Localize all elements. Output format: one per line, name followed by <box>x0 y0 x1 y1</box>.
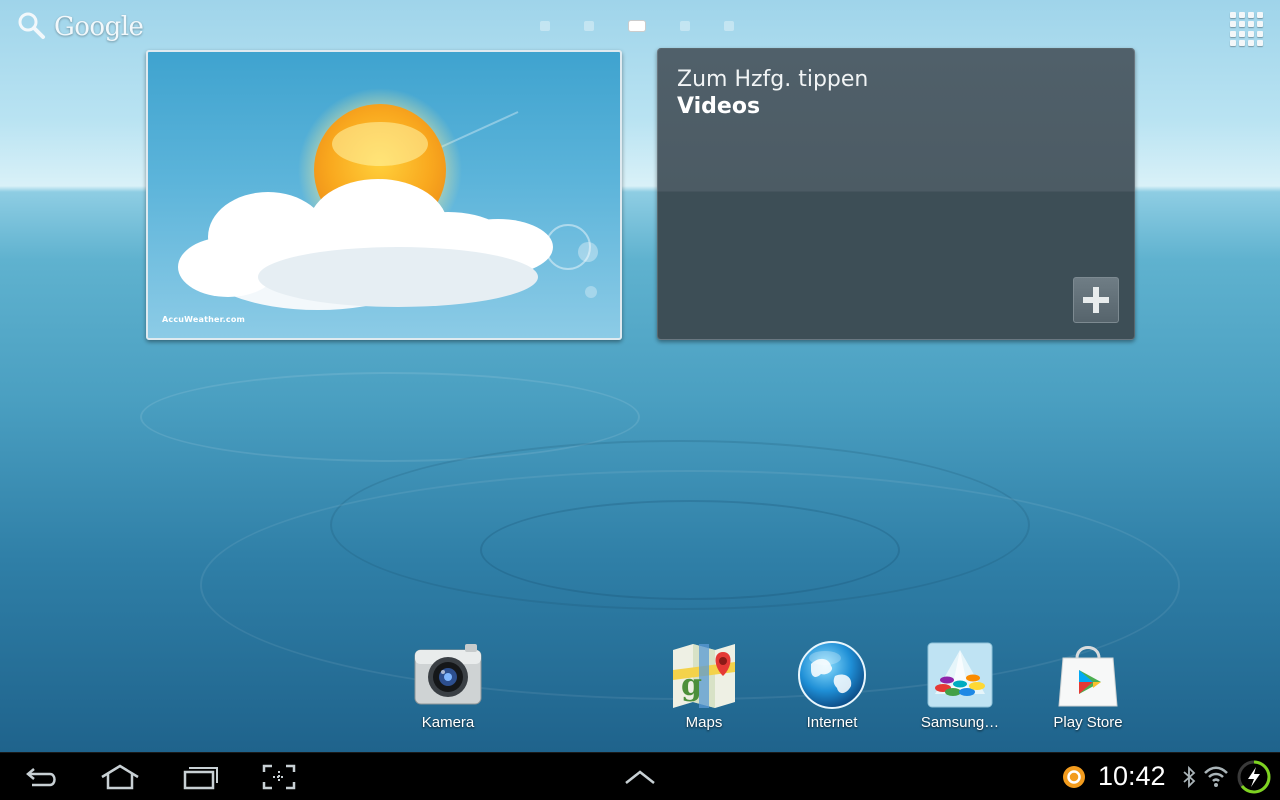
home-icon <box>101 764 139 790</box>
recent-apps-icon <box>183 767 218 790</box>
video-widget[interactable]: Zum Hzfg. tippen Videos <box>657 48 1135 340</box>
dock-app-label: Maps <box>685 714 723 731</box>
accuweather-brand: AccuWeather.com <box>162 315 246 324</box>
apps-grid-icon[interactable] <box>1230 12 1264 46</box>
screenshot-button[interactable] <box>260 761 298 793</box>
sync-notification-icon <box>1063 766 1085 788</box>
add-video-button[interactable] <box>1073 277 1119 323</box>
google-search-bar[interactable]: Google <box>16 10 144 44</box>
plus-icon <box>1083 287 1109 313</box>
search-icon <box>16 10 46 44</box>
back-button[interactable] <box>22 761 62 793</box>
screen-capture-icon <box>262 764 296 790</box>
dock-app-play-store[interactable]: Play Store <box>1038 640 1138 740</box>
globe-icon <box>797 640 867 710</box>
wifi-icon <box>1204 766 1228 787</box>
notification-indicator[interactable] <box>1060 761 1088 793</box>
dock-app-maps[interactable]: g Maps <box>654 640 754 740</box>
camera-icon <box>413 640 483 710</box>
page-dot[interactable] <box>680 21 690 31</box>
recent-apps-button[interactable] <box>180 761 220 793</box>
dock-app-label: Samsung… <box>920 714 1000 731</box>
battery-indicator <box>1234 760 1274 794</box>
home-page-indicator <box>540 20 768 32</box>
navigation-bar: 10:42 <box>0 752 1280 800</box>
chevron-up-icon <box>625 770 655 784</box>
expand-up-button[interactable] <box>622 761 658 793</box>
video-widget-hint: Zum Hzfg. tippen <box>677 67 869 92</box>
dock-app-label: Play Store <box>1053 714 1123 731</box>
weather-widget[interactable]: AccuWeather.com <box>146 50 622 340</box>
dock-app-internet[interactable]: Internet <box>782 640 882 740</box>
back-icon <box>26 768 56 787</box>
google-label: Google <box>54 12 144 42</box>
wifi-indicator <box>1202 761 1230 793</box>
home-button[interactable] <box>98 761 142 793</box>
page-dot[interactable] <box>540 21 550 31</box>
battery-charging-icon <box>1237 760 1271 794</box>
maps-icon: g <box>669 640 739 710</box>
page-dot-active[interactable] <box>628 20 646 32</box>
dock-app-label: Internet <box>806 714 858 731</box>
dock-app-label: Kamera <box>421 714 475 731</box>
dock-app-samsung-apps[interactable]: Samsung… <box>910 640 1010 740</box>
bluetooth-icon <box>1183 765 1196 789</box>
video-widget-title: Videos <box>677 94 761 119</box>
play-store-icon <box>1053 640 1123 710</box>
sun-cloud-icon <box>178 88 598 310</box>
dock-app-camera[interactable]: Kamera <box>398 640 498 740</box>
page-dot[interactable] <box>724 21 734 31</box>
samsung-apps-icon <box>925 640 995 710</box>
page-dot[interactable] <box>584 21 594 31</box>
svg-text:g: g <box>681 668 702 703</box>
status-clock[interactable]: 10:42 <box>1098 761 1166 792</box>
bluetooth-indicator <box>1180 761 1198 793</box>
